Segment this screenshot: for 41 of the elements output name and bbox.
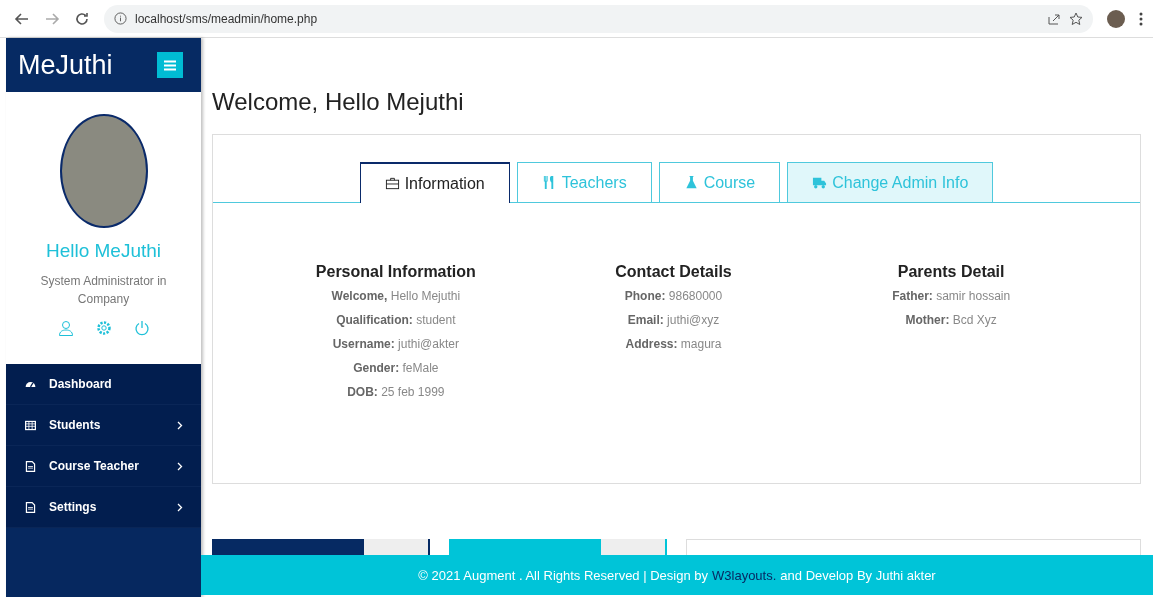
sidebar-item[interactable]: Course Teacher bbox=[6, 446, 201, 487]
reload-icon[interactable] bbox=[74, 10, 90, 27]
star-icon[interactable] bbox=[1069, 11, 1083, 26]
share-icon[interactable] bbox=[1047, 11, 1061, 26]
profile-avatar[interactable] bbox=[1107, 9, 1125, 28]
info-line: Qualification: student bbox=[336, 313, 456, 328]
document-icon bbox=[24, 500, 37, 514]
menu-toggle-button[interactable] bbox=[157, 52, 183, 78]
info-line: Username: juthi@akter bbox=[332, 337, 459, 352]
sidebar-item[interactable]: Students bbox=[6, 405, 201, 446]
info-line: Email: juthi@xyz bbox=[627, 313, 720, 328]
back-icon[interactable] bbox=[14, 10, 30, 27]
info-line: Gender: feMale bbox=[353, 361, 439, 376]
address-bar[interactable]: localhost/sms/meadmin/home.php bbox=[104, 4, 1093, 33]
section-heading: Contact Details bbox=[615, 263, 732, 281]
footer-text: and Develop By Juthi akter bbox=[780, 567, 936, 583]
role-text: System Administrator in Company bbox=[39, 273, 168, 308]
brand-logo[interactable]: MeJuthi bbox=[18, 49, 113, 81]
footer-text: © 2021 Augment . All Rights Reserved | Design by bbox=[418, 567, 708, 583]
tab[interactable]: Information bbox=[359, 162, 510, 203]
greeting-text: Hello MeJuthi bbox=[45, 240, 162, 262]
footer-link[interactable]: W3layouts. bbox=[712, 567, 777, 583]
table-icon bbox=[24, 418, 37, 432]
info-line: Phone: 98680000 bbox=[624, 289, 723, 304]
url-text: localhost/sms/meadmin/home.php bbox=[135, 11, 318, 26]
section-heading: Parents Detail bbox=[897, 263, 1005, 281]
info-line: Mother: Bcd Xyz bbox=[905, 313, 997, 328]
info-line: Address: magura bbox=[625, 337, 722, 352]
section-heading: Personal Information bbox=[315, 263, 476, 281]
sidebar-item[interactable]: Dashboard bbox=[6, 364, 201, 405]
menu-icon bbox=[164, 59, 176, 71]
sidebar-item[interactable]: Settings bbox=[6, 487, 201, 528]
info-line: DOB: 25 feb 1999 bbox=[347, 385, 445, 400]
menu-icon[interactable] bbox=[1139, 11, 1143, 26]
document-icon bbox=[24, 459, 37, 473]
truck-icon bbox=[812, 175, 828, 190]
info-line: Father: samir hossain bbox=[892, 289, 1011, 304]
page-title: Welcome, Hello Mejuthi bbox=[212, 88, 465, 116]
info-icon[interactable] bbox=[114, 12, 127, 25]
briefcase-icon bbox=[384, 176, 400, 191]
info-line: Welcome, Hello Mejuthi bbox=[331, 289, 461, 304]
